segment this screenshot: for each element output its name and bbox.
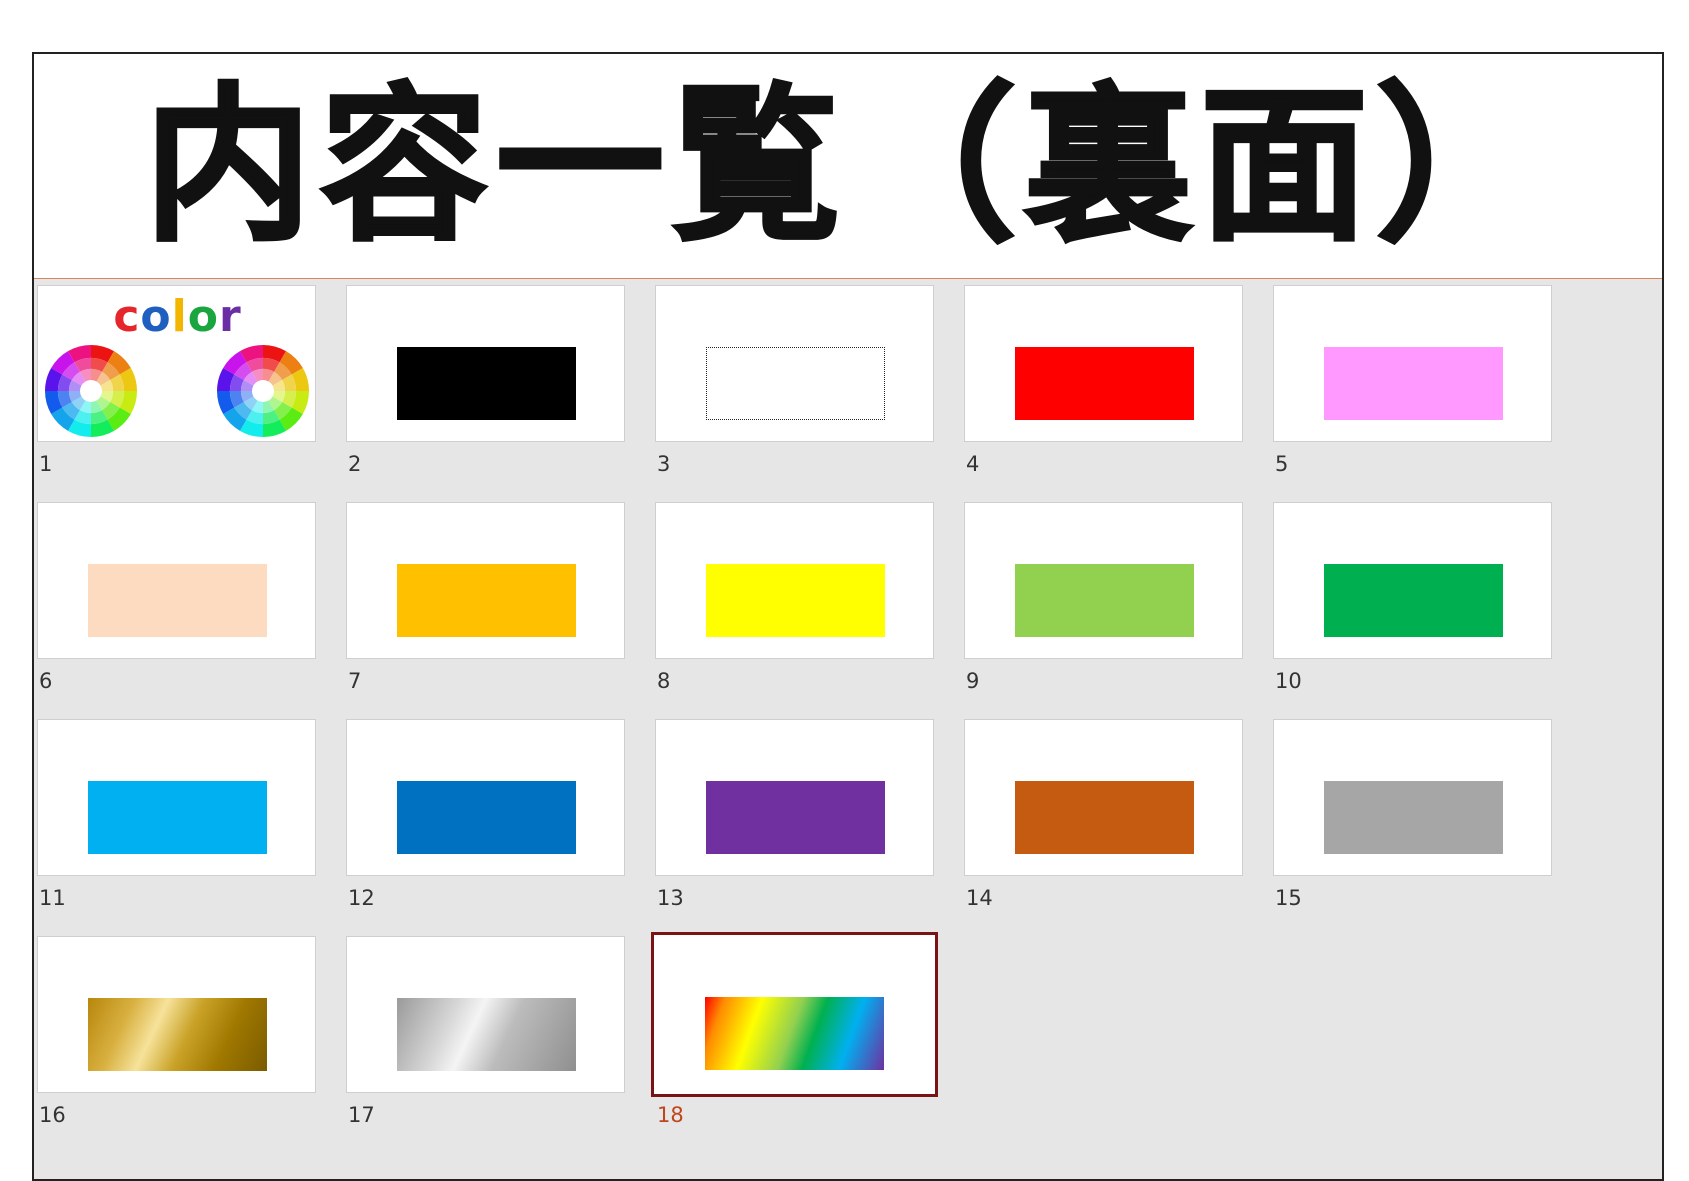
slide-number: 9 [966,669,980,693]
color-letter: c [113,291,141,342]
slide-thumbnail-17[interactable]: 17 [346,936,625,1127]
slide-number: 14 [966,886,993,910]
slide-number: 4 [966,452,980,476]
color-swatch [1015,347,1194,420]
slide-thumbnail-10[interactable]: 10 [1273,502,1552,693]
color-title-text: color [38,295,317,339]
slide-preview[interactable] [1273,719,1552,876]
slide-number: 13 [657,886,684,910]
color-swatch [1324,347,1503,420]
color-swatch [397,564,576,637]
slide-number: 10 [1275,669,1302,693]
slide-number: 11 [39,886,66,910]
slide-thumbnail-5[interactable]: 5 [1273,285,1552,476]
slide-thumbnail-6[interactable]: 6 [37,502,316,693]
slide-thumbnail-7[interactable]: 7 [346,502,625,693]
slide-thumbnail-14[interactable]: 14 [964,719,1243,910]
slide-sorter-grid: color 1 2 3 4 5 6 7 8 9 10 11 12 13 14 15 16 17 18 [34,279,1662,1179]
slide-thumbnail-15[interactable]: 15 [1273,719,1552,910]
title-banner: 内容一覧（裏面） [34,54,1662,279]
slide-preview[interactable] [964,502,1243,659]
slide-preview[interactable] [964,285,1243,442]
slide-number: 17 [348,1103,375,1127]
slide-thumbnail-3[interactable]: 3 [655,285,934,476]
slide-preview[interactable] [37,936,316,1093]
slide-preview[interactable] [651,932,938,1097]
color-wheel-icon [217,345,309,437]
color-letter: r [218,291,242,342]
slide-preview[interactable] [37,719,316,876]
color-swatch [88,781,267,854]
color-letter: o [140,291,172,342]
color-swatch [706,347,885,420]
slide-number: 18 [657,1103,684,1127]
color-letter: l [171,291,188,342]
slide-preview[interactable] [1273,502,1552,659]
slide-preview[interactable] [346,285,625,442]
slide-thumbnail-12[interactable]: 12 [346,719,625,910]
slide-thumbnail-9[interactable]: 9 [964,502,1243,693]
slide-preview[interactable] [655,285,934,442]
color-swatch [88,564,267,637]
slide-preview[interactable] [346,719,625,876]
slide-thumbnail-2[interactable]: 2 [346,285,625,476]
slide-thumbnail-11[interactable]: 11 [37,719,316,910]
slide-number: 8 [657,669,671,693]
slide-number: 12 [348,886,375,910]
slide-thumbnail-13[interactable]: 13 [655,719,934,910]
slide-preview[interactable] [655,502,934,659]
slide-preview[interactable] [37,502,316,659]
slide-number: 7 [348,669,362,693]
color-swatch [397,347,576,420]
color-letter: o [187,291,219,342]
color-swatch [1324,781,1503,854]
color-swatch [706,781,885,854]
color-swatch [706,564,885,637]
slide-number: 1 [39,452,53,476]
color-swatch [705,997,884,1070]
slide-thumbnail-16[interactable]: 16 [37,936,316,1127]
slide-number: 3 [657,452,671,476]
slide-preview[interactable] [346,936,625,1093]
slide-preview[interactable] [964,719,1243,876]
color-swatch [88,998,267,1071]
slide-preview[interactable] [346,502,625,659]
slide-number: 6 [39,669,53,693]
color-swatch [1324,564,1503,637]
document-frame: 内容一覧（裏面） color 1 2 3 4 5 6 7 8 9 10 11 12 13 14 15 16 17 1… [32,52,1664,1181]
color-swatch [1015,781,1194,854]
slide-number: 5 [1275,452,1289,476]
slide-number: 15 [1275,886,1302,910]
slide-preview[interactable]: color [37,285,316,442]
color-swatch [397,781,576,854]
slide-thumbnail-8[interactable]: 8 [655,502,934,693]
slide-number: 2 [348,452,362,476]
slide-thumbnail-1[interactable]: color 1 [37,285,316,476]
slide-thumbnail-18[interactable]: 18 [651,932,938,1127]
color-swatch [1015,564,1194,637]
color-swatch [397,998,576,1071]
color-wheel-icon [45,345,137,437]
slide-preview[interactable] [655,719,934,876]
slide-preview[interactable] [1273,285,1552,442]
slide-number: 16 [39,1103,66,1127]
slide-thumbnail-4[interactable]: 4 [964,285,1243,476]
page-title: 内容一覧（裏面） [143,68,1552,264]
